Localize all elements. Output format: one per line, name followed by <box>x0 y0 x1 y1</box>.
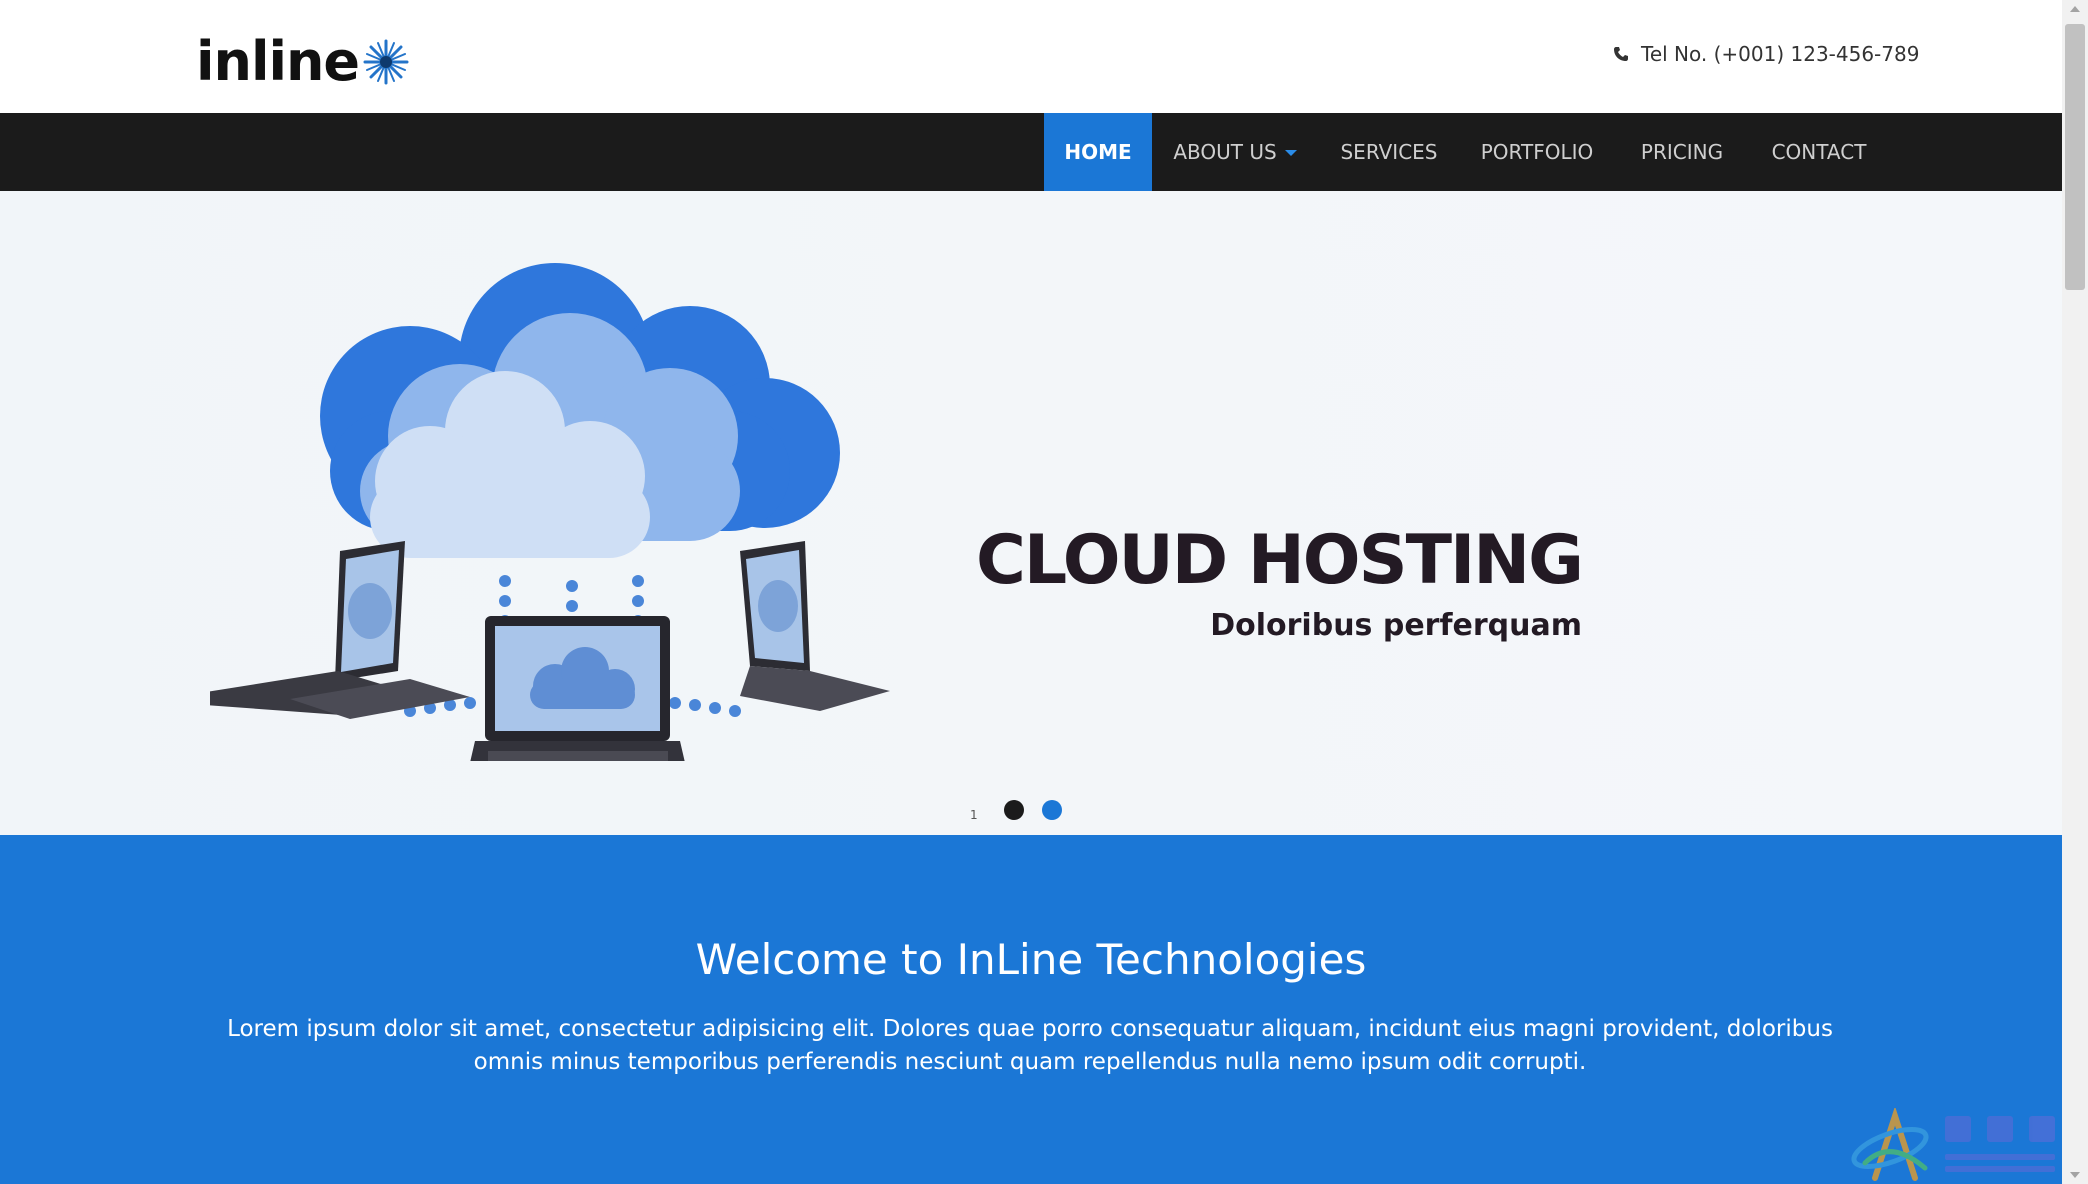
phone-icon <box>1614 47 1628 61</box>
hero-slider: CLOUD HOSTING Doloribus perferquam 1 <box>0 191 2062 835</box>
nav-item-label: HOME <box>1064 140 1132 164</box>
welcome-section: Welcome to InLine Technologies Lorem ips… <box>0 835 2062 1184</box>
star-burst-icon <box>363 39 409 85</box>
hero-subtitle: Doloribus perferquam <box>1210 608 1582 643</box>
logo-wordmark: inline <box>196 30 360 93</box>
nav-item-contact[interactable]: CONTACT <box>1764 113 1874 191</box>
nav-item-services[interactable]: SERVICES <box>1330 113 1448 191</box>
site-header: inline Tel No. (+001) 123-456-789 <box>0 0 2062 113</box>
scroll-thumb[interactable] <box>2065 24 2085 290</box>
cloud-laptops-illustration <box>210 263 890 761</box>
phone-text: Tel No. (+001) 123-456-789 <box>1641 42 1920 66</box>
hero-title: CLOUD HOSTING <box>975 521 1584 600</box>
nav-item-pricing[interactable]: PRICING <box>1630 113 1734 191</box>
scroll-down-icon[interactable] <box>2070 1172 2080 1178</box>
caret-down-icon <box>1284 150 1297 156</box>
nav-item-portfolio[interactable]: PORTFOLIO <box>1474 113 1600 191</box>
slider-dot-1[interactable] <box>1003 800 1024 820</box>
scroll-up-icon[interactable] <box>2070 6 2080 12</box>
nav-item-label: ABOUT US <box>1173 140 1277 164</box>
nav-item-label: PORTFOLIO <box>1480 140 1594 164</box>
site-logo[interactable]: inline <box>196 34 411 90</box>
welcome-text: Lorem ipsum dolor sit amet, consectetur … <box>227 1016 1833 1075</box>
page-scrollbar[interactable] <box>2062 0 2088 1184</box>
slide-number: 1 <box>970 808 978 822</box>
slider-pagination: 1 <box>970 798 1080 822</box>
main-nav: HOME ABOUT US SERVICES PORTFOLIO PRICING… <box>0 113 2062 191</box>
nav-item-label: SERVICES <box>1340 140 1438 164</box>
phone-number: Tel No. (+001) 123-456-789 <box>1613 42 1919 66</box>
watermark-logo-icon <box>1851 1108 2055 1181</box>
nav-item-home[interactable]: HOME <box>1044 113 1152 191</box>
slider-dot-2[interactable] <box>1041 800 1062 820</box>
nav-item-label: PRICING <box>1640 140 1724 164</box>
welcome-title: Welcome to InLine Technologies <box>695 935 1367 984</box>
nav-item-label: CONTACT <box>1771 140 1867 164</box>
nav-item-about-us[interactable]: ABOUT US <box>1160 113 1310 191</box>
